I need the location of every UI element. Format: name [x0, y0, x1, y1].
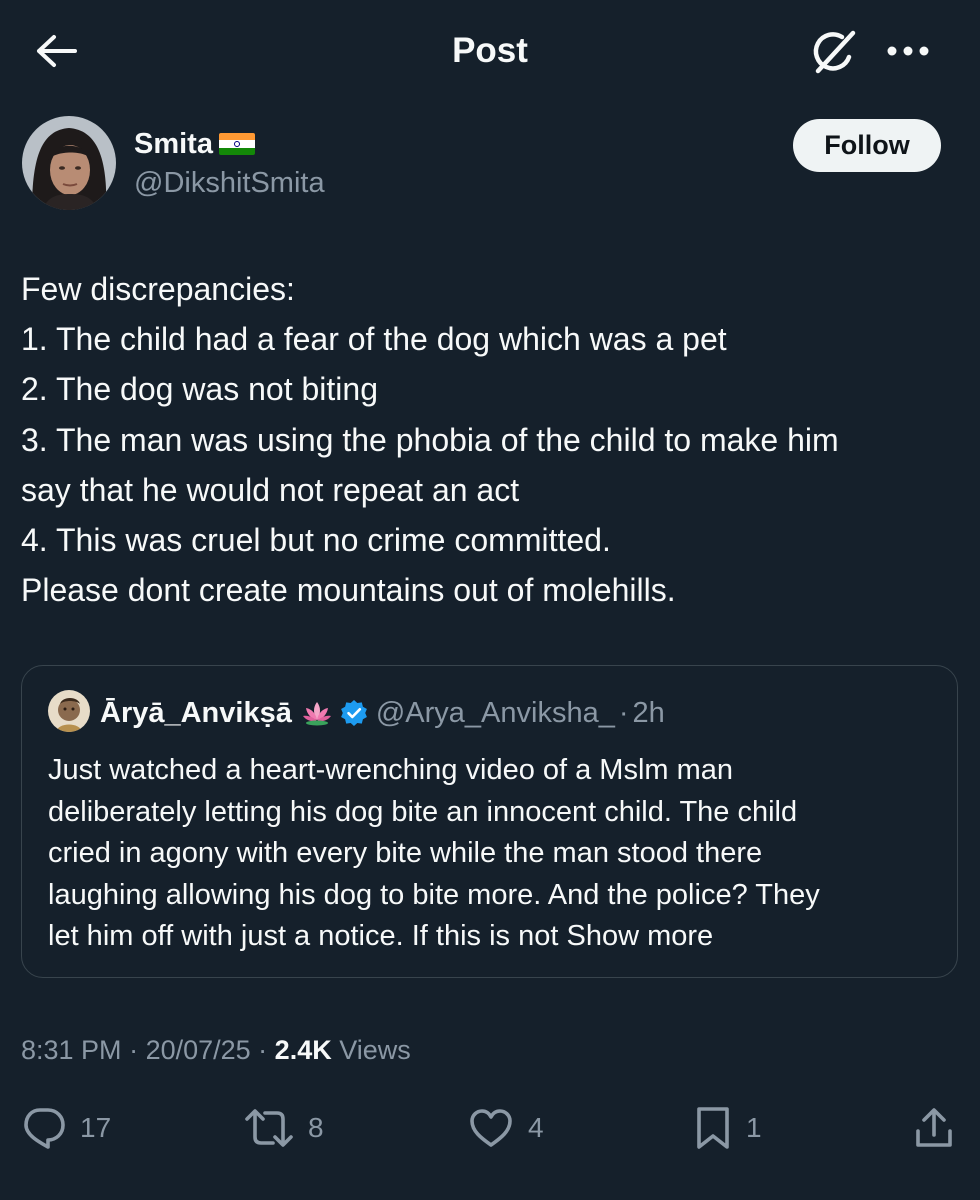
reply-count: 17 — [80, 1112, 112, 1143]
bookmark-button[interactable]: 1 — [694, 1100, 762, 1156]
quoted-line-last: let him off with just a notice. If this … — [48, 916, 938, 958]
share-icon — [916, 1108, 952, 1147]
post-time: 8:31 PM — [21, 1035, 122, 1065]
quoted-author-handle: @Arya_Anviksha_ — [375, 697, 615, 729]
back-button[interactable] — [30, 28, 82, 74]
meta-separator: · — [121, 1035, 146, 1065]
grok-icon — [813, 30, 856, 74]
post-line: say that he would not repeat an act — [21, 471, 520, 508]
avatar-image — [22, 116, 116, 210]
post-line: 2. The dog was not biting — [21, 371, 378, 408]
post-line: 4. This was cruel but no crime committed… — [21, 522, 611, 559]
quoted-line: cried in agony with every bite while the… — [48, 837, 763, 869]
lotus-emoji-icon — [302, 700, 332, 726]
top-bar: Post — [0, 0, 980, 100]
more-options-button[interactable] — [878, 28, 938, 74]
bookmark-icon — [697, 1107, 729, 1149]
quoted-line: deliberately letting his dog bite an inn… — [48, 795, 798, 828]
views-label: Views — [331, 1035, 411, 1065]
quoted-author-avatar — [48, 690, 90, 732]
post-line: Please dont create mountains out of mole… — [21, 572, 676, 609]
author-handle[interactable]: @DikshitSmita — [134, 166, 325, 200]
arrow-left-icon — [37, 35, 77, 67]
quoted-line: laughing allowing his dog to bite more. … — [48, 878, 820, 911]
quoted-post[interactable]: Āryā_Anvikṣā @Arya_Anviksha_ · 2h Just w… — [21, 665, 958, 978]
reply-icon — [24, 1108, 65, 1149]
action-bar: 17 8 4 1 — [0, 1100, 980, 1156]
post-meta: 8:31 PM · 20/07/25 · 2.4K Views — [21, 1032, 411, 1068]
like-button[interactable]: 4 — [468, 1100, 544, 1156]
views-count: 2.4K — [274, 1035, 332, 1065]
more-horizontal-icon — [887, 46, 929, 56]
grok-button[interactable] — [806, 24, 862, 80]
quoted-author-name: Āryā_Anvikṣā — [100, 697, 292, 729]
post-line: 1. The child had a fear of the dog which… — [21, 321, 727, 358]
repost-icon — [245, 1109, 293, 1147]
repost-button[interactable]: 8 — [244, 1100, 324, 1156]
post-line: 3. The man was using the phobia of the c… — [21, 421, 839, 458]
meta-separator: · — [250, 1035, 275, 1065]
like-count: 4 — [528, 1112, 544, 1143]
author-avatar[interactable] — [22, 116, 116, 210]
verified-badge-icon — [340, 699, 368, 727]
quoted-post-text: Just watched a heart-wrenching video of … — [48, 750, 938, 958]
author-name[interactable]: Smita — [134, 126, 255, 162]
show-more-link[interactable]: Show more — [566, 920, 713, 952]
bookmark-count: 1 — [746, 1112, 762, 1143]
heart-icon — [470, 1109, 512, 1147]
repost-count: 8 — [308, 1112, 324, 1143]
quoted-post-time: 2h — [632, 697, 665, 729]
reply-button[interactable]: 17 — [22, 1100, 111, 1156]
author-name-text: Smita — [134, 128, 213, 160]
avatar-image — [48, 690, 90, 732]
quoted-post-header: Āryā_Anvikṣā @Arya_Anviksha_ · 2h — [100, 696, 665, 730]
quoted-line: let him off with just a notice. If this … — [48, 920, 567, 952]
follow-button[interactable]: Follow — [793, 119, 941, 172]
post-line: Few discrepancies: — [21, 271, 295, 307]
india-flag-icon — [218, 133, 255, 155]
post-date: 20/07/25 — [145, 1035, 251, 1065]
post-text: Few discrepancies: 1. The child had a fe… — [21, 264, 966, 615]
quoted-line: Just watched a heart-wrenching video of … — [48, 754, 734, 786]
share-button[interactable] — [914, 1100, 954, 1156]
separator-dot: · — [618, 697, 629, 729]
